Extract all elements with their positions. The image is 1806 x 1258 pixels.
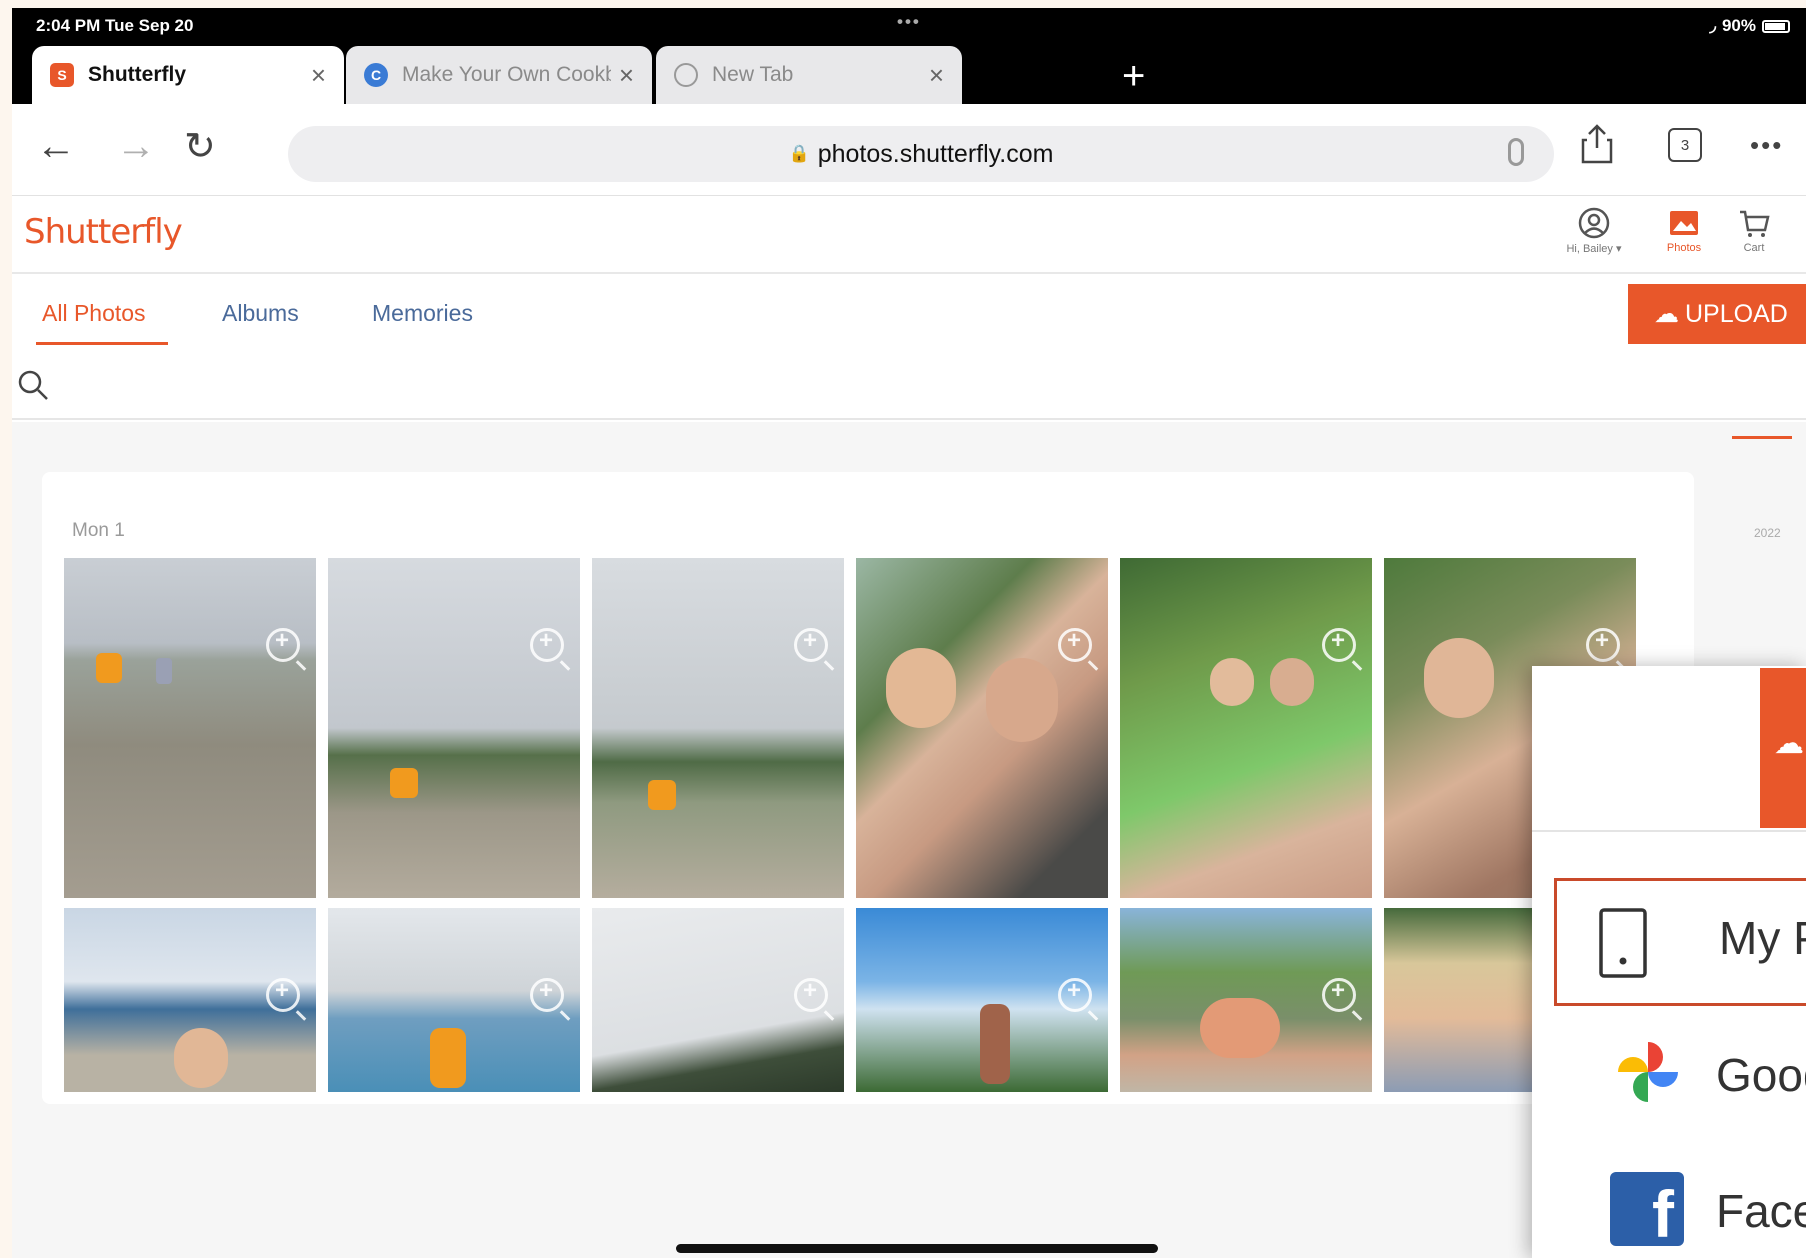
home-indicator[interactable] [676, 1244, 1158, 1253]
search-icon [18, 370, 48, 400]
globe-icon [674, 63, 698, 87]
photo-thumbnail[interactable] [328, 908, 580, 1092]
zoom-icon[interactable] [1322, 977, 1356, 1012]
mobile-device-icon [1599, 908, 1647, 978]
wifi-icon: ◞ [1709, 16, 1716, 35]
tab-title: Make Your Own Cookbo [402, 63, 611, 86]
photo-thumbnail[interactable] [856, 558, 1108, 898]
cookbook-favicon-icon: C [364, 63, 388, 87]
photos-label: Photos [1666, 242, 1702, 254]
timeline-year[interactable]: 2022 [1754, 526, 1781, 540]
timeline-marker [1732, 436, 1792, 439]
zoom-icon[interactable] [530, 627, 564, 662]
photo-thumbnail[interactable] [328, 558, 580, 898]
divider [1532, 830, 1806, 832]
search-row [12, 350, 1806, 420]
photos-subnav: All Photos Albums Memories ☁ UPLOAD [12, 276, 1806, 350]
photo-thumbnail[interactable] [592, 558, 844, 898]
zoom-icon[interactable] [794, 977, 828, 1012]
lock-icon: 🔒 [788, 144, 810, 163]
google-photos-icon [1618, 1042, 1678, 1102]
zoom-icon[interactable] [1058, 977, 1092, 1012]
shutterfly-logo[interactable]: Shutterfly [24, 212, 183, 252]
zoom-icon[interactable] [530, 977, 564, 1012]
photo-thumbnail[interactable] [64, 908, 316, 1092]
account-menu[interactable]: Hi, Bailey ▾ [1554, 206, 1634, 255]
close-tab-icon[interactable]: × [311, 60, 326, 91]
multitask-dots[interactable]: ••• [897, 12, 921, 32]
photo-thumbnail[interactable] [592, 908, 844, 1092]
zoom-icon[interactable] [794, 627, 828, 662]
reload-icon[interactable]: ↻ [184, 124, 216, 169]
photos-icon [1670, 211, 1698, 235]
tab-title: New Tab [712, 63, 794, 86]
forward-arrow-icon[interactable]: → [116, 124, 156, 169]
zoom-icon[interactable] [266, 977, 300, 1012]
photo-thumbnail[interactable] [856, 908, 1108, 1092]
facebook-icon: f [1610, 1172, 1684, 1251]
close-tab-icon[interactable]: × [929, 60, 944, 91]
facebook-option[interactable]: f Facebook [1554, 1156, 1806, 1258]
close-tab-icon[interactable]: × [619, 60, 634, 91]
new-tab-plus-icon[interactable]: + [1122, 56, 1145, 96]
account-icon [1578, 207, 1610, 239]
photo-thumbnail[interactable] [64, 558, 316, 898]
tab-title: Shutterfly [88, 63, 187, 86]
microphone-icon[interactable] [1508, 138, 1524, 166]
tab-albums[interactable]: Albums [222, 300, 299, 327]
upload-menu-header-icon: ☁ [1774, 727, 1804, 760]
shutterfly-header: Shutterfly Hi, Bailey ▾ Photos Cart [12, 196, 1806, 274]
zoom-icon[interactable] [266, 627, 300, 662]
cart-icon [1740, 210, 1770, 237]
account-label: Hi, Bailey ▾ [1566, 243, 1622, 255]
zoom-icon[interactable] [1322, 627, 1356, 662]
ipad-screen: 2:04 PM Tue Sep 20 ••• ◞ 90% S Shutterfl… [12, 8, 1806, 1258]
browser-toolbar: ← → ↻ 🔒 photos.shutterfly.com 3 ••• [12, 104, 1806, 196]
photo-thumbnail[interactable] [1120, 908, 1372, 1092]
tab-cookbook[interactable]: C Make Your Own Cookbo × [346, 46, 652, 104]
active-tab-underline [36, 342, 168, 345]
browser-tab-bar: 2:04 PM Tue Sep 20 ••• ◞ 90% S Shutterfl… [12, 8, 1806, 104]
my-photos-option[interactable]: My Photos [1554, 878, 1806, 1006]
status-time: 2:04 PM Tue Sep 20 [36, 16, 194, 35]
battery-percent: 90% [1721, 16, 1756, 35]
shutterfly-favicon-icon: S [50, 63, 74, 87]
tab-memories[interactable]: Memories [372, 300, 473, 327]
cart-nav[interactable]: Cart [1718, 206, 1790, 254]
status-right: ◞ 90% [1709, 16, 1790, 36]
google-photos-label: Google Photos [1716, 1049, 1806, 1101]
share-icon[interactable] [1580, 124, 1614, 169]
tab-overview-icon[interactable]: 3 [1668, 128, 1702, 162]
url-text: photos.shutterfly.com [817, 139, 1054, 168]
upload-label: UPLOAD [1685, 299, 1788, 328]
tab-new-tab[interactable]: New Tab × [656, 46, 962, 104]
my-photos-label: My Photos [1719, 912, 1806, 964]
search-input[interactable] [56, 366, 656, 402]
facebook-label: Facebook [1716, 1185, 1806, 1237]
tab-shutterfly[interactable]: S Shutterfly × [32, 46, 344, 104]
battery-icon [1762, 19, 1790, 33]
upload-button[interactable]: ☁ UPLOAD [1628, 284, 1806, 344]
cart-label: Cart [1743, 242, 1765, 254]
cloud-upload-icon: ☁ [1654, 300, 1679, 328]
back-arrow-icon[interactable]: ← [36, 124, 76, 169]
address-bar[interactable]: 🔒 photos.shutterfly.com [288, 126, 1554, 182]
tab-all-photos[interactable]: All Photos [42, 300, 146, 327]
google-photos-option[interactable]: Google Photos [1554, 1020, 1806, 1130]
photo-thumbnail[interactable] [1120, 558, 1372, 898]
zoom-icon[interactable] [1058, 627, 1092, 662]
upload-menu-header-button[interactable]: ☁ [1760, 668, 1806, 828]
date-group-label: Mon 1 [72, 520, 125, 541]
zoom-icon[interactable] [1586, 627, 1620, 662]
photos-nav[interactable]: Photos [1644, 206, 1724, 254]
more-options-icon[interactable]: ••• [1750, 130, 1783, 161]
